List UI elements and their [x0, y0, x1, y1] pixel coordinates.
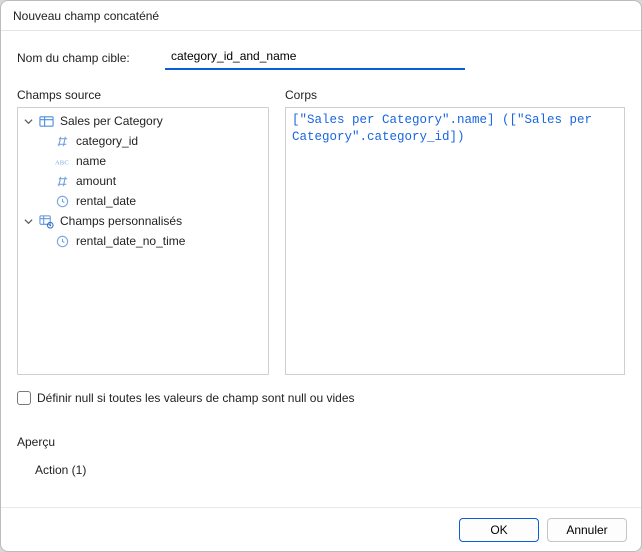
button-bar: OK Annuler [1, 507, 641, 552]
tree-item-label: Champs personnalisés [58, 214, 182, 228]
abc-icon: ABC [54, 153, 70, 169]
source-label: Champs source [17, 88, 269, 102]
clock-icon [54, 193, 70, 209]
tree-field[interactable]: rental_date [20, 191, 266, 211]
null-checkbox[interactable] [17, 391, 31, 405]
preview-area: Action (1) [17, 459, 625, 499]
svg-text:C: C [64, 159, 68, 166]
tree-item-label: name [74, 154, 106, 168]
preview-value: Action (1) [35, 463, 86, 477]
hash-icon [54, 173, 70, 189]
tree-item-label: Sales per Category [58, 114, 163, 128]
target-field-label: Nom du champ cible: [17, 51, 147, 65]
tree-item-label: rental_date [74, 194, 136, 208]
content-area: Nom du champ cible: Champs source Sales [1, 31, 641, 507]
custom-fields-icon [38, 213, 54, 229]
cancel-button[interactable]: Annuler [547, 518, 627, 542]
dialog-title: Nouveau champ concaténé [13, 9, 159, 23]
tree-item-label: amount [74, 174, 116, 188]
body-panel: Corps ["Sales per Category".name] (["Sal… [285, 88, 625, 375]
dialog-window: Nouveau champ concaténé Nom du champ cib… [0, 0, 642, 552]
target-row: Nom du champ cible: [17, 45, 625, 70]
source-panel: Champs source Sales per Category [17, 88, 269, 375]
body-editor[interactable]: ["Sales per Category".name] (["Sales per… [285, 107, 625, 375]
body-label: Corps [285, 88, 625, 102]
target-field-input[interactable] [165, 45, 465, 70]
tree-item-label: category_id [74, 134, 138, 148]
ok-button[interactable]: OK [459, 518, 539, 542]
clock-icon [54, 233, 70, 249]
hash-icon [54, 133, 70, 149]
tree-field[interactable]: rental_date_no_time [20, 231, 266, 251]
preview-label: Aperçu [17, 435, 625, 449]
tree-item-label: rental_date_no_time [74, 234, 185, 248]
null-check-row[interactable]: Définir null si toutes les valeurs de ch… [17, 391, 625, 405]
tree-field[interactable]: ABC name [20, 151, 266, 171]
null-check-label: Définir null si toutes les valeurs de ch… [37, 391, 355, 405]
titlebar: Nouveau champ concaténé [1, 1, 641, 31]
tree-group[interactable]: Sales per Category [20, 111, 266, 131]
close-button[interactable] [597, 1, 641, 31]
source-tree[interactable]: Sales per Category category_id ABC name [17, 107, 269, 375]
mid-panels: Champs source Sales per Category [17, 88, 625, 375]
tree-group[interactable]: Champs personnalisés [20, 211, 266, 231]
chevron-down-icon[interactable] [22, 215, 34, 227]
tree-field[interactable]: amount [20, 171, 266, 191]
tree-field[interactable]: category_id [20, 131, 266, 151]
chevron-down-icon[interactable] [22, 115, 34, 127]
table-icon [38, 113, 54, 129]
